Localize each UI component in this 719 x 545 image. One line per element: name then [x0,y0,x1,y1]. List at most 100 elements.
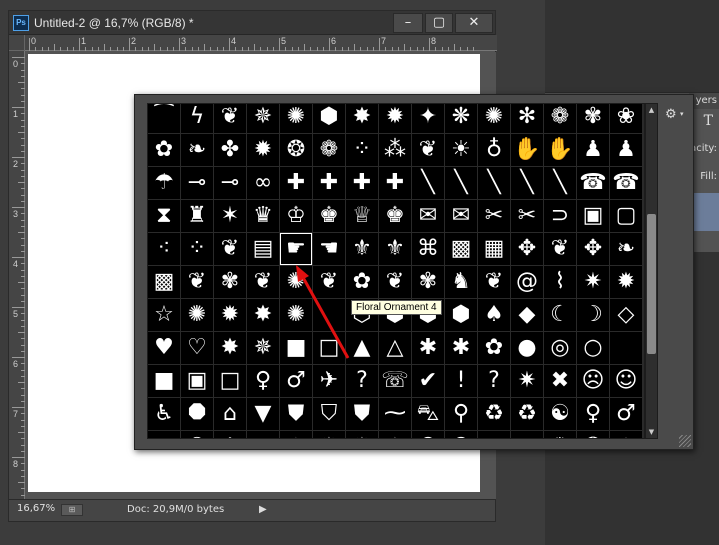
flame-shape[interactable]: ♨ [610,431,642,438]
splatter-shape[interactable]: ⁖ [148,233,180,265]
bird-shape[interactable]: ✾ [412,266,444,298]
diamond-shape[interactable]: ◆ [511,299,543,331]
man-shape[interactable]: ♂ [280,365,312,397]
scissors-shape[interactable]: ✂ [478,200,510,232]
flower-5-shape[interactable]: ✿ [346,266,378,298]
woman-shape[interactable]: ♀ [247,365,279,397]
flower-top-shape[interactable]: ❋ [445,104,477,133]
triangle-shape[interactable]: ▲ [346,332,378,364]
hand-shape[interactable]: ✋ [511,134,543,166]
stick2-shape[interactable]: ╲ [445,167,477,199]
exclamation-shape[interactable]: ! [445,365,477,397]
airplane-shape[interactable]: ✈ [313,365,345,397]
close-button[interactable]: ✕ [455,13,493,33]
ornament-leaf-shape[interactable]: ❧ [610,233,642,265]
blob-shape[interactable]: ✱ [412,332,444,364]
empty-cell-2[interactable] [610,332,642,364]
blast-shape[interactable]: ✹ [313,431,345,438]
yin-yang-shape[interactable]: ☯ [544,398,576,430]
compass-star-shape[interactable]: ✶ [379,431,411,438]
zoom-level-field[interactable]: 16,67% [17,503,55,514]
clover-shape[interactable]: ✤ [214,134,246,166]
flower-outline-shape[interactable]: ✿ [478,332,510,364]
bulb-outline-shape[interactable]: ♁ [478,134,510,166]
moon-shape[interactable]: ☾ [544,299,576,331]
asterisk-shape[interactable]: ✱ [445,332,477,364]
scroll-thumb[interactable] [647,214,656,354]
paperclip-shape[interactable]: ⊃ [544,200,576,232]
stamp2-shape[interactable]: ▢ [610,200,642,232]
fleur-de-lis-shape[interactable]: ⚜ [346,233,378,265]
envelope2-shape[interactable]: ✉ [445,200,477,232]
puzzle-shape[interactable]: ✚ [280,167,312,199]
heart-outline-shape[interactable]: ♡ [181,332,213,364]
copyright-shape[interactable]: © [412,431,444,438]
stamp-shape[interactable]: ▣ [577,200,609,232]
hourglass-shape[interactable]: ⧗ [148,200,180,232]
triangle-outline-shape[interactable]: △ [379,332,411,364]
radiation-shape[interactable]: ☢ [181,431,213,438]
female-symbol-shape[interactable]: ♀ [577,398,609,430]
burst-top-shape[interactable]: ✹ [379,104,411,133]
ornament-tile-shape[interactable]: ▩ [445,233,477,265]
pin-shape[interactable]: ♜ [181,200,213,232]
phone-box-shape[interactable]: ☏ [379,365,411,397]
status-preview-icon[interactable]: ⊞ [61,504,83,516]
selected-layer-row[interactable] [693,193,719,231]
male-symbol-shape[interactable]: ♂ [610,398,642,430]
crown4-shape[interactable]: ♕ [346,200,378,232]
sun-flower-shape[interactable]: ❂ [280,134,312,166]
diamond-outline-shape[interactable]: ◇ [610,299,642,331]
foot-shape[interactable]: ♟ [577,134,609,166]
splatter2-shape[interactable]: ⁘ [181,233,213,265]
circle-outline-shape[interactable]: ○ [577,332,609,364]
floral-ornament-4-shape[interactable]: ✺ [280,266,312,298]
circle-shape[interactable]: ● [511,332,543,364]
spark-top-shape[interactable]: ✦ [412,104,444,133]
maximize-button[interactable]: ▢ [425,13,453,33]
bicycle-shape[interactable]: ⚲ [445,398,477,430]
floral-top-shape[interactable]: ❦ [214,104,246,133]
starburst2-shape[interactable]: ✺ [280,299,312,331]
ornament-cross-shape[interactable]: ✥ [511,233,543,265]
pointing-hand2-shape[interactable]: ☚ [313,233,345,265]
floral-swirl-shape[interactable]: ❦ [181,266,213,298]
empty-cell[interactable] [313,299,345,331]
phone2-shape[interactable]: ☎ [610,167,642,199]
question-box-shape[interactable]: ? [346,365,378,397]
status-menu-arrow-icon[interactable]: ▶ [259,504,267,515]
yield-shape[interactable]: ▼ [247,398,279,430]
sunrays2-shape[interactable]: ❂ [577,431,609,438]
crown3-shape[interactable]: ♚ [313,200,345,232]
key2-shape[interactable]: ⊸ [214,167,246,199]
recycle-shape[interactable]: ♻ [511,398,543,430]
lightning-shape[interactable]: ϟ [181,104,213,133]
square-frame-shape[interactable]: ▣ [181,365,213,397]
puzzle4-shape[interactable]: ✚ [379,167,411,199]
rosette-top-shape[interactable]: ✾ [577,104,609,133]
ornament-diamond-shape[interactable]: ✥ [577,233,609,265]
document-titlebar[interactable]: Ps Untitled-2 @ 16,7% (RGB/8) * – ▢ ✕ [9,11,495,35]
star-top-shape[interactable]: ✸ [346,104,378,133]
flag-shape[interactable]: ▤ [247,233,279,265]
seal-shape[interactable]: ✺ [181,299,213,331]
pointing-hand-shape[interactable]: ☛ [280,233,312,265]
puzzle3-shape[interactable]: ✚ [346,167,378,199]
leaves-shape[interactable]: ❦ [412,134,444,166]
floral-ornament-2-shape[interactable]: ✾ [214,266,246,298]
blast2-shape[interactable]: ✹ [346,431,378,438]
shield2-shape[interactable]: ⛉ [313,398,345,430]
crown2-shape[interactable]: ♔ [280,200,312,232]
rounded-square-shape[interactable]: ■ [280,332,312,364]
zigzag-shape[interactable]: ⌇ [544,266,576,298]
starburst-shape[interactable]: ✸ [247,299,279,331]
flower2-top-shape[interactable]: ❀ [610,104,642,133]
spade-shape[interactable]: ♠ [478,299,510,331]
seal2-shape[interactable]: ✹ [214,299,246,331]
heart-shape[interactable]: ♥ [148,332,180,364]
gear-icon[interactable]: ⚙ [665,107,677,122]
car-shape[interactable]: ⛍ [412,398,444,430]
octagram-shape[interactable]: ✸ [214,332,246,364]
people-shape[interactable]: ☺ [610,365,642,397]
shield3-shape[interactable]: ⛊ [346,398,378,430]
